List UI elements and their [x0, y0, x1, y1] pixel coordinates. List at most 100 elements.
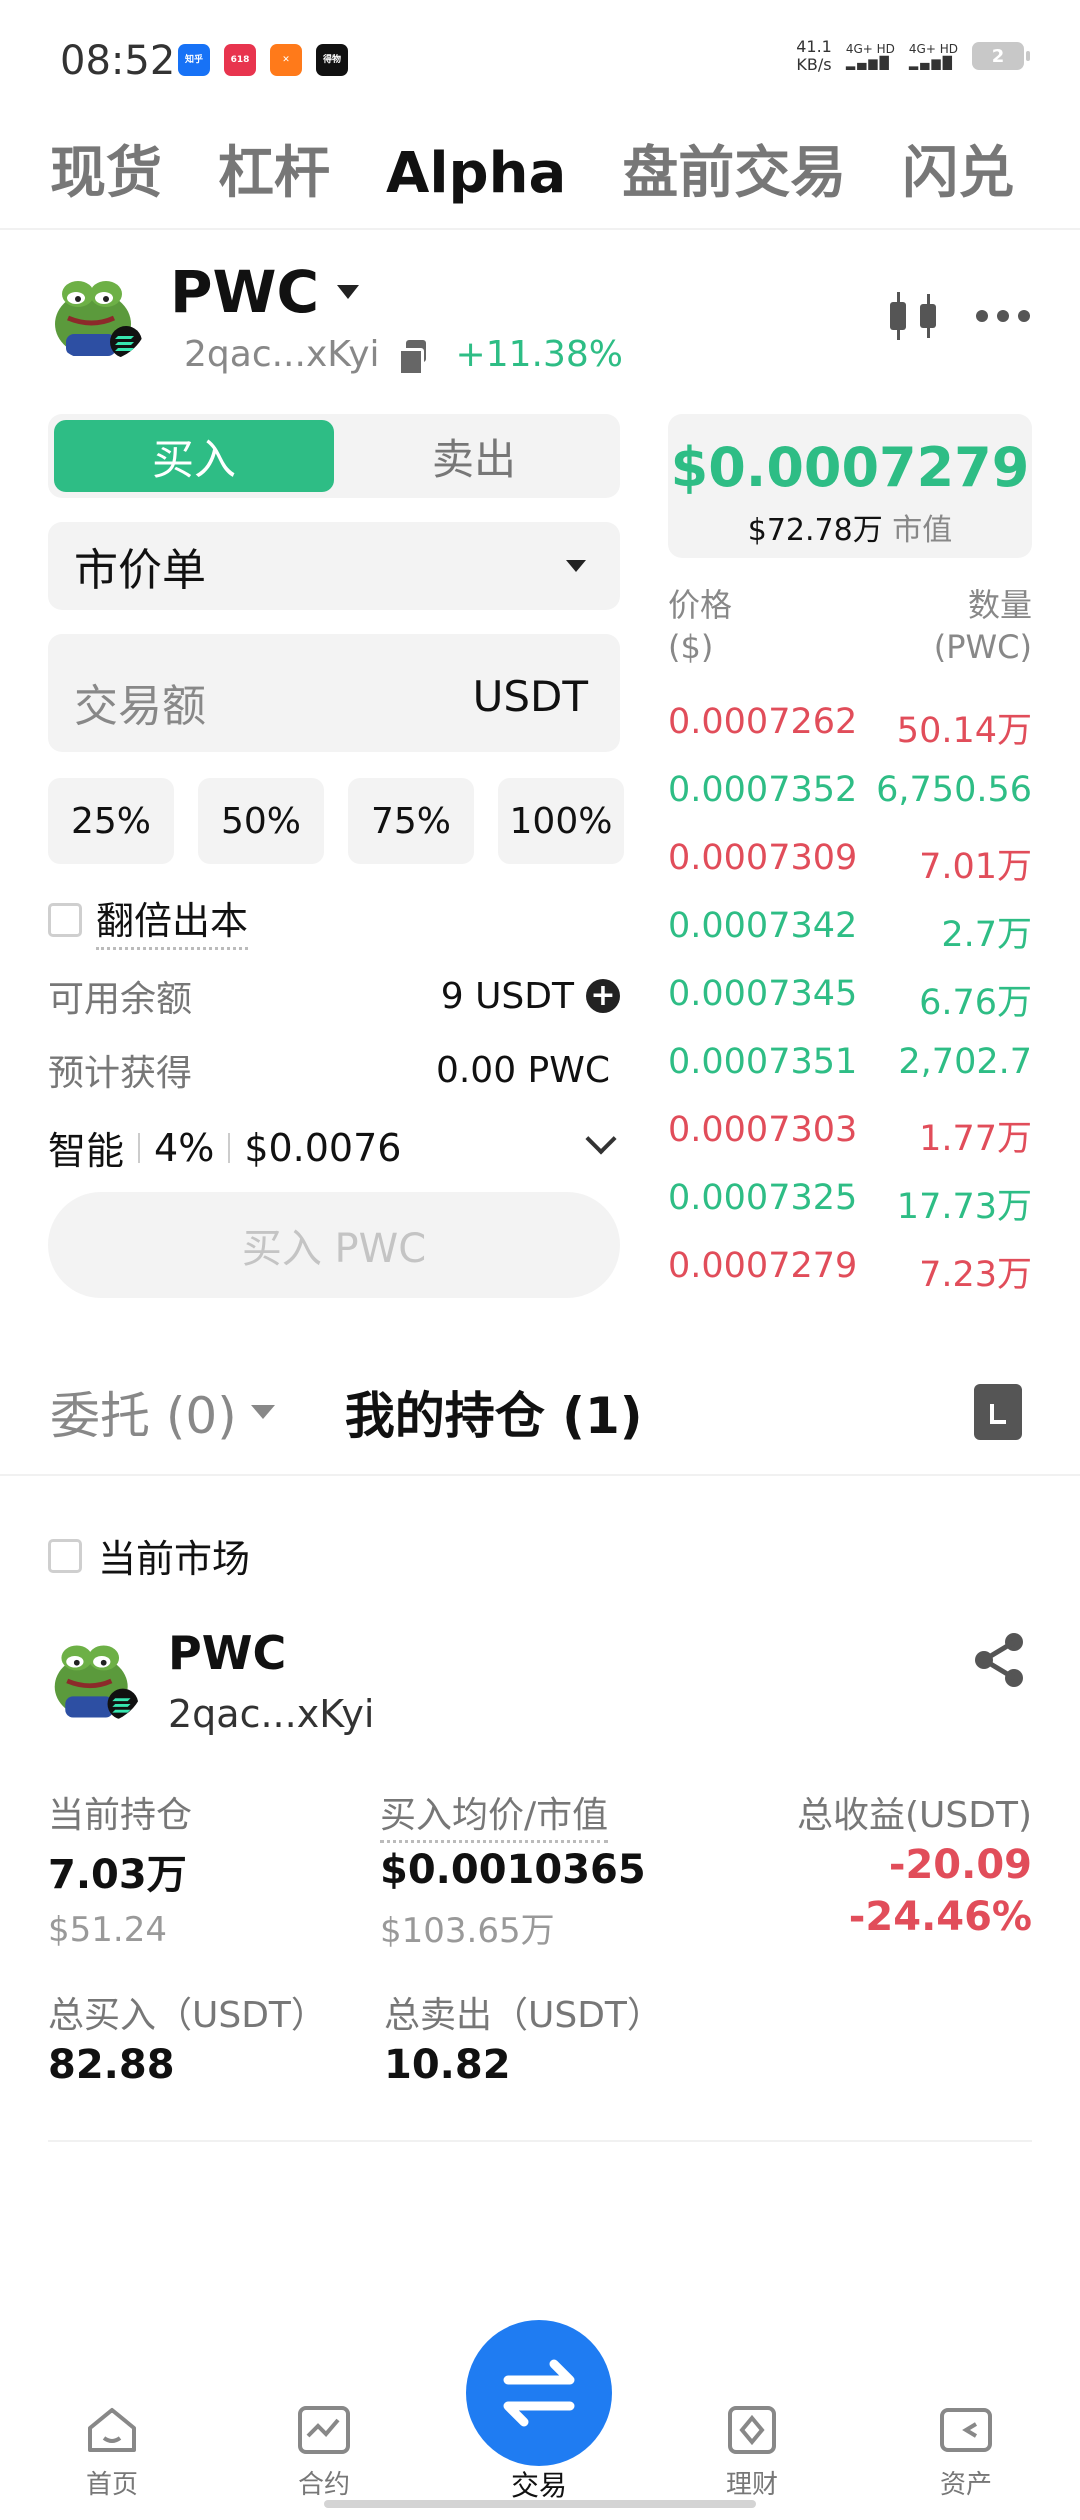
current-market-filter[interactable]: 当前市场 — [48, 1528, 250, 1583]
signal-icon: 4G+ HD ▂▄▆█ — [846, 42, 895, 70]
token-address: 2qac...xKyi — [184, 334, 380, 375]
add-funds-icon[interactable]: + — [586, 979, 620, 1013]
price-change: +11.38% — [455, 334, 623, 375]
status-time: 08:52 — [60, 38, 176, 84]
open-orders-label: 委托 (0) — [50, 1387, 237, 1445]
ob-qty: 7.23万 — [919, 1255, 1032, 1295]
token-name: PWC — [170, 258, 320, 326]
order-book-row[interactable]: 0.0007351 2,702.7 — [668, 1042, 1032, 1082]
share-icon[interactable] — [970, 1630, 1030, 1690]
battery-icon: 2 — [972, 42, 1030, 70]
holding-token-address: 2qac...xKyi — [168, 1692, 375, 1736]
order-book-row[interactable]: 0.0007325 17.73万 — [668, 1178, 1032, 1229]
tab-spot[interactable]: 现货 — [50, 128, 162, 209]
nav-earn[interactable]: 理财 — [692, 2404, 812, 2501]
signal-1-label: 4G+ HD — [845, 42, 895, 56]
nav-home[interactable]: 首页 — [52, 2404, 172, 2501]
network-speed: 41.1 KB/s — [796, 38, 832, 74]
order-book-row[interactable]: 0.0007342 2.7万 — [668, 906, 1032, 957]
fee-value: $0.0076 — [244, 1125, 402, 1170]
signal-1-bars: ▂▄▆█ — [845, 56, 891, 70]
nav-assets[interactable]: 资产 — [906, 2404, 1026, 2501]
total-sell-value: 10.82 — [384, 2042, 511, 2088]
slippage-settings[interactable]: 智能 4% $0.0076 — [48, 1120, 620, 1175]
buy-submit-button[interactable]: 买入 PWC — [48, 1192, 620, 1298]
home-indicator[interactable] — [324, 2500, 756, 2508]
ob-qty: 7.01万 — [919, 847, 1032, 887]
tab-holdings[interactable]: 我的持仓 (1) — [345, 1376, 643, 1448]
divider — [48, 2140, 1032, 2142]
pnl-value: -20.09 — [888, 1842, 1032, 1888]
token-selector[interactable]: PWC — [170, 258, 360, 326]
percent-100-button[interactable]: 100% — [498, 778, 624, 864]
buy-sell-toggle: 买入 卖出 — [48, 414, 620, 498]
total-buy-value: 82.88 — [48, 2042, 175, 2088]
dewu-app-icon: 得物 — [316, 44, 348, 76]
chevron-down-icon — [585, 1123, 617, 1155]
sell-tab[interactable]: 卖出 — [334, 420, 614, 492]
buy-tab[interactable]: 买入 — [54, 420, 334, 492]
ob-qty: 2,702.7 — [898, 1042, 1032, 1082]
tab-open-orders[interactable]: 委托 (0) — [50, 1376, 275, 1448]
nav-home-label: 首页 — [85, 2470, 138, 2500]
market-cap-label: 市值 — [892, 513, 953, 548]
order-book-row[interactable]: 0.0007279 7.23万 — [668, 1246, 1032, 1297]
current-holding-label: 当前持仓 — [48, 1795, 193, 1836]
total-sell-stat: 总卖出（USDT） 10.82 — [384, 1986, 663, 2088]
ob-price: 0.0007262 — [668, 702, 858, 742]
price-unit: ($) — [668, 628, 714, 666]
smart-label: 智能 — [48, 1129, 125, 1173]
ob-price: 0.0007352 — [668, 770, 858, 810]
current-market-checkbox[interactable] — [48, 1538, 82, 1573]
nav-futures[interactable]: 合约 — [264, 2404, 384, 2501]
order-type-select[interactable]: 市价单 — [48, 522, 620, 610]
nav-trade[interactable] — [466, 2320, 612, 2466]
ob-price: 0.0007351 — [668, 1042, 858, 1082]
percent-25-button[interactable]: 25% — [48, 778, 174, 864]
order-book-row[interactable]: 0.0007352 6,750.56 — [668, 770, 1032, 810]
current-holding-value: 7.03万 — [48, 1852, 187, 1898]
tab-convert[interactable]: 闪兑 — [902, 128, 1014, 209]
double-checkbox[interactable] — [48, 903, 82, 937]
price-card: $0.0007279 $72.78万 市值 — [668, 414, 1032, 558]
pnl-label: 总收益(USDT) — [796, 1795, 1032, 1836]
ob-qty: 1.77万 — [919, 1119, 1032, 1159]
ob-qty: 50.14万 — [896, 711, 1032, 751]
candlestick-chart-icon[interactable] — [886, 288, 942, 344]
expected-receive-row: 预计获得 0.00 PWC — [48, 1044, 620, 1096]
chevron-down-icon — [337, 285, 360, 299]
net-speed-unit: KB/s — [796, 55, 832, 74]
ob-price: 0.0007303 — [668, 1110, 858, 1150]
signal-icon: 4G+ HD ▂▄▆█ — [909, 42, 958, 70]
order-book-row[interactable]: 0.0007309 7.01万 — [668, 838, 1032, 889]
futures-icon — [298, 2406, 350, 2454]
amount-input[interactable]: 交易额 USDT — [48, 634, 620, 752]
order-book-row[interactable]: 0.0007303 1.77万 — [668, 1110, 1032, 1161]
token-subline: 2qac...xKyi +11.38% — [184, 334, 623, 376]
percent-50-button[interactable]: 50% — [198, 778, 324, 864]
order-history-icon[interactable] — [974, 1384, 1022, 1440]
tab-alpha[interactable]: Alpha — [386, 141, 566, 206]
tab-pre-market[interactable]: 盘前交易 — [622, 128, 846, 209]
last-price: $0.0007279 — [670, 436, 1030, 499]
status-bar: 08:52 知乎 618 ✕ 得物 41.1 KB/s 4G+ HD ▂▄▆█ … — [0, 0, 1080, 120]
more-icon[interactable] — [976, 310, 1030, 322]
tab-margin[interactable]: 杠杆 — [218, 128, 330, 209]
qty-unit: (PWC) — [933, 628, 1032, 666]
slippage-value: 4% — [154, 1125, 215, 1170]
order-book-row[interactable]: 0.0007262 50.14万 — [668, 702, 1032, 753]
avg-market-cap: $103.65万 — [380, 1911, 555, 1951]
order-book-header: 价格 ($) 数量 (PWC) — [668, 584, 1032, 668]
nav-earn-label: 理财 — [725, 2470, 778, 2500]
available-label: 可用余额 — [48, 979, 193, 1020]
ob-qty: 6,750.56 — [876, 770, 1032, 810]
ob-price: 0.0007345 — [668, 974, 858, 1014]
copy-icon[interactable] — [397, 339, 428, 376]
wallet-icon — [940, 2408, 992, 2452]
order-book-row[interactable]: 0.0007345 6.76万 — [668, 974, 1032, 1025]
nav-futures-label: 合约 — [297, 2470, 350, 2500]
zhihu-app-icon: 知乎 — [178, 44, 210, 76]
avg-price-label: 买入均价/市值 — [380, 1786, 609, 1843]
double-principal-option[interactable]: 翻倍出本 — [48, 890, 249, 950]
percent-75-button[interactable]: 75% — [348, 778, 474, 864]
